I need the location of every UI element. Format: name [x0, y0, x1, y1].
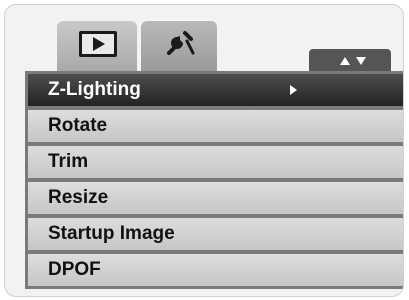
arrow-down-icon [356, 57, 366, 65]
menu-item-trim[interactable]: Trim [28, 146, 403, 178]
menu-item-label: Startup Image [48, 223, 175, 244]
tab-playback[interactable] [55, 19, 139, 71]
menu-item-resize[interactable]: Resize [28, 182, 403, 214]
menu-item-z-lighting[interactable]: Z-Lighting [28, 74, 403, 106]
arrow-up-icon [340, 57, 350, 65]
play-triangle [93, 37, 105, 51]
submenu-arrow-icon [290, 85, 297, 95]
menu-list: Z-Lighting Rotate Trim Resize Startup Im… [25, 71, 403, 289]
menu-item-label: Z-Lighting [48, 79, 141, 100]
tab-setup[interactable] [139, 19, 219, 71]
menu-item-label: Rotate [48, 115, 108, 136]
menu-item-startup-image[interactable]: Startup Image [28, 218, 403, 250]
camera-menu-screen: Z-Lighting Rotate Trim Resize Startup Im… [4, 4, 404, 297]
tools-icon [167, 31, 195, 55]
menu-item-rotate[interactable]: Rotate [28, 110, 403, 142]
playback-icon [79, 31, 117, 57]
scroll-indicator [307, 47, 393, 73]
menu-item-label: Trim [48, 151, 89, 172]
menu-item-label: DPOF [48, 259, 101, 280]
menu-item-label: Resize [48, 187, 109, 208]
menu-item-dpof[interactable]: DPOF [28, 254, 403, 286]
